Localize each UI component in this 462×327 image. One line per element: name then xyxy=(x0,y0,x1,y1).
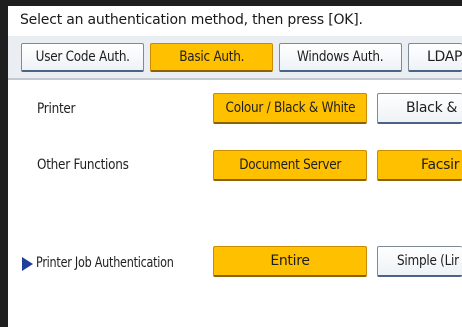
window-frame-top xyxy=(0,0,462,6)
right-triangle-icon xyxy=(22,257,33,271)
button-label: Facsir xyxy=(421,157,460,173)
printer-label: Printer xyxy=(37,101,76,117)
tab-user-code-auth[interactable]: User Code Auth. xyxy=(21,43,144,72)
button-label: Simple (Lir xyxy=(397,253,459,269)
button-label: Colour / Black & White xyxy=(225,100,355,116)
document-server-button[interactable]: Document Server xyxy=(213,150,367,181)
facsimile-button[interactable]: Facsir xyxy=(377,150,462,181)
printer-black-white-button[interactable]: Black & xyxy=(377,93,462,124)
tab-label: LDAP xyxy=(427,49,462,65)
tab-label: Windows Auth. xyxy=(297,49,384,65)
window-frame-left xyxy=(0,0,8,327)
button-label: Entire xyxy=(270,253,310,269)
simple-limitation-button[interactable]: Simple (Lir xyxy=(377,246,462,277)
entire-button[interactable]: Entire xyxy=(213,246,367,277)
tab-basic-auth[interactable]: Basic Auth. xyxy=(150,43,273,72)
button-label: Document Server xyxy=(239,157,341,173)
tab-ldap-auth[interactable]: LDAP xyxy=(408,43,462,72)
tab-label: User Code Auth. xyxy=(35,49,130,65)
button-label: Black & xyxy=(406,100,458,116)
tab-windows-auth[interactable]: Windows Auth. xyxy=(279,43,402,72)
other-functions-label: Other Functions xyxy=(37,157,129,173)
instruction-text: Select an authentication method, then pr… xyxy=(20,12,363,28)
printer-job-auth-label: Printer Job Authentication xyxy=(36,255,174,271)
tab-label: Basic Auth. xyxy=(179,49,244,65)
printer-colour-bw-button[interactable]: Colour / Black & White xyxy=(213,93,367,124)
